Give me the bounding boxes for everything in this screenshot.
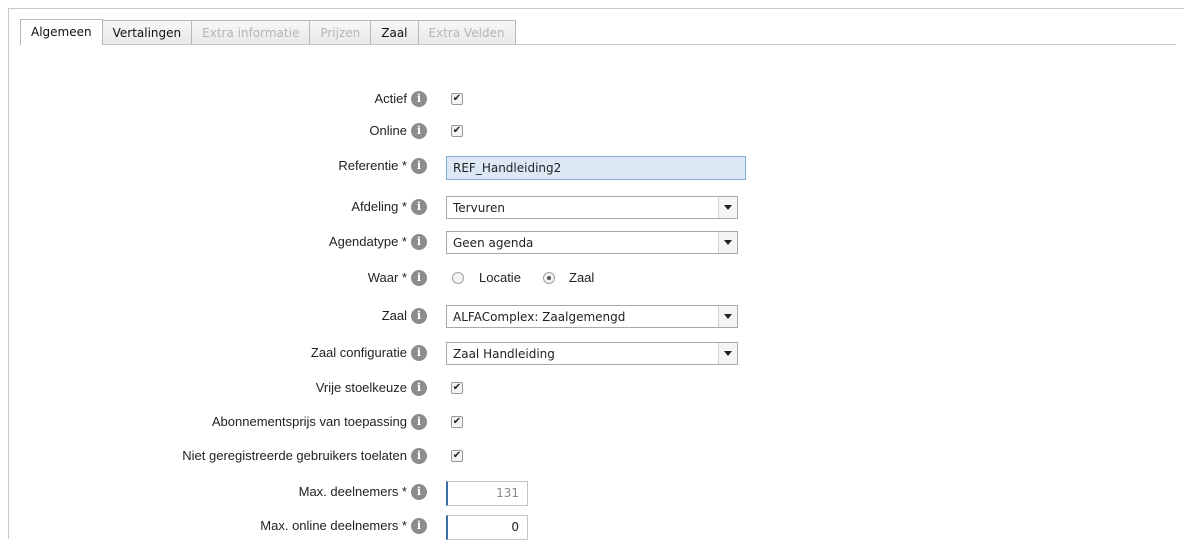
row-zaal-configuratie: Zaal configuratie i Zaal Handleiding xyxy=(0,342,1184,365)
row-max-online-deelnemers: Max. online deelnemers * i 0 xyxy=(0,515,1184,540)
row-referentie: Referentie * i REF_Handleiding2 xyxy=(0,156,1184,180)
locatie-radio[interactable] xyxy=(452,272,464,284)
zaal-configuratie-label: Zaal configuratie xyxy=(310,345,407,360)
zaal-value: ALFAComplex: Zaalgemengd xyxy=(453,310,626,324)
zaal-label: Zaal xyxy=(381,308,407,323)
row-vrije-stoelkeuze: Vrije stoelkeuze i ✔ xyxy=(0,377,1184,399)
zaal-configuratie-select[interactable]: Zaal Handleiding xyxy=(446,342,738,365)
actief-label: Actief xyxy=(374,91,407,106)
row-waar: Waar * i Locatie Zaal xyxy=(0,267,1184,289)
row-actief: Actief i ✔ xyxy=(0,88,1184,110)
agendatype-select[interactable]: Geen agenda xyxy=(446,231,738,254)
referentie-input[interactable]: REF_Handleiding2 xyxy=(446,156,746,180)
agendatype-label: Agendatype * xyxy=(328,234,407,249)
online-label: Online xyxy=(369,123,407,138)
abonnementsprijs-checkbox[interactable]: ✔ xyxy=(451,416,463,428)
info-icon[interactable]: i xyxy=(411,414,427,430)
info-icon[interactable]: i xyxy=(411,380,427,396)
niet-geregistreerde-label: Niet geregistreerde gebruikers toelaten xyxy=(182,448,407,463)
chevron-down-icon[interactable] xyxy=(718,232,737,253)
info-icon[interactable]: i xyxy=(411,91,427,107)
info-icon[interactable]: i xyxy=(411,199,427,215)
zaal-select[interactable]: ALFAComplex: Zaalgemengd xyxy=(446,305,738,328)
vrije-stoelkeuze-checkbox[interactable]: ✔ xyxy=(451,382,463,394)
abonnementsprijs-label: Abonnementsprijs van toepassing xyxy=(211,414,407,429)
row-agendatype: Agendatype * i Geen agenda xyxy=(0,231,1184,254)
referentie-label: Referentie * xyxy=(338,158,407,173)
info-icon[interactable]: i xyxy=(411,234,427,250)
chevron-down-icon[interactable] xyxy=(718,197,737,218)
max-online-deelnemers-label: Max. online deelnemers * xyxy=(260,518,407,533)
zaal-radio[interactable] xyxy=(543,272,555,284)
info-icon[interactable]: i xyxy=(411,448,427,464)
tab-extra-informatie: Extra informatie xyxy=(191,20,311,44)
tab-vertalingen[interactable]: Vertalingen xyxy=(101,20,193,44)
info-icon[interactable]: i xyxy=(411,345,427,361)
row-niet-geregistreerde: Niet geregistreerde gebruikers toelaten … xyxy=(0,445,1184,467)
tab-extra-velden: Extra Velden xyxy=(417,20,516,44)
chevron-down-icon[interactable] xyxy=(718,306,737,327)
waar-label: Waar * xyxy=(367,270,407,285)
afdeling-label: Afdeling * xyxy=(351,199,407,214)
row-abonnementsprijs: Abonnementsprijs van toepassing i ✔ xyxy=(0,411,1184,433)
max-online-deelnemers-input[interactable]: 0 xyxy=(446,515,528,540)
zaal-configuratie-value: Zaal Handleiding xyxy=(453,347,555,361)
afdeling-value: Tervuren xyxy=(453,201,505,215)
row-max-deelnemers: Max. deelnemers * i 131 xyxy=(0,481,1184,506)
info-icon[interactable]: i xyxy=(411,484,427,500)
locatie-radio-label[interactable]: Locatie xyxy=(479,267,521,289)
info-icon[interactable]: i xyxy=(411,308,427,324)
info-icon[interactable]: i xyxy=(411,270,427,286)
afdeling-select[interactable]: Tervuren xyxy=(446,196,738,219)
chevron-down-icon[interactable] xyxy=(718,343,737,364)
online-checkbox[interactable]: ✔ xyxy=(451,125,463,137)
info-icon[interactable]: i xyxy=(411,158,427,174)
max-deelnemers-label: Max. deelnemers * xyxy=(298,484,407,499)
zaal-radio-label[interactable]: Zaal xyxy=(569,267,594,289)
row-afdeling: Afdeling * i Tervuren xyxy=(0,196,1184,219)
agendatype-value: Geen agenda xyxy=(453,236,534,250)
tab-algemeen[interactable]: Algemeen xyxy=(20,19,103,45)
row-zaal: Zaal i ALFAComplex: Zaalgemengd xyxy=(0,305,1184,328)
vrije-stoelkeuze-label: Vrije stoelkeuze xyxy=(315,380,407,395)
actief-checkbox[interactable]: ✔ xyxy=(451,93,463,105)
tab-bar: Algemeen Vertalingen Extra informatie Pr… xyxy=(20,19,1176,45)
niet-geregistreerde-checkbox[interactable]: ✔ xyxy=(451,450,463,462)
tab-prijzen: Prijzen xyxy=(309,20,372,44)
tab-zaal[interactable]: Zaal xyxy=(370,20,419,44)
info-icon[interactable]: i xyxy=(411,123,427,139)
row-online: Online i ✔ xyxy=(0,120,1184,142)
max-deelnemers-input: 131 xyxy=(446,481,528,506)
info-icon[interactable]: i xyxy=(411,518,427,534)
